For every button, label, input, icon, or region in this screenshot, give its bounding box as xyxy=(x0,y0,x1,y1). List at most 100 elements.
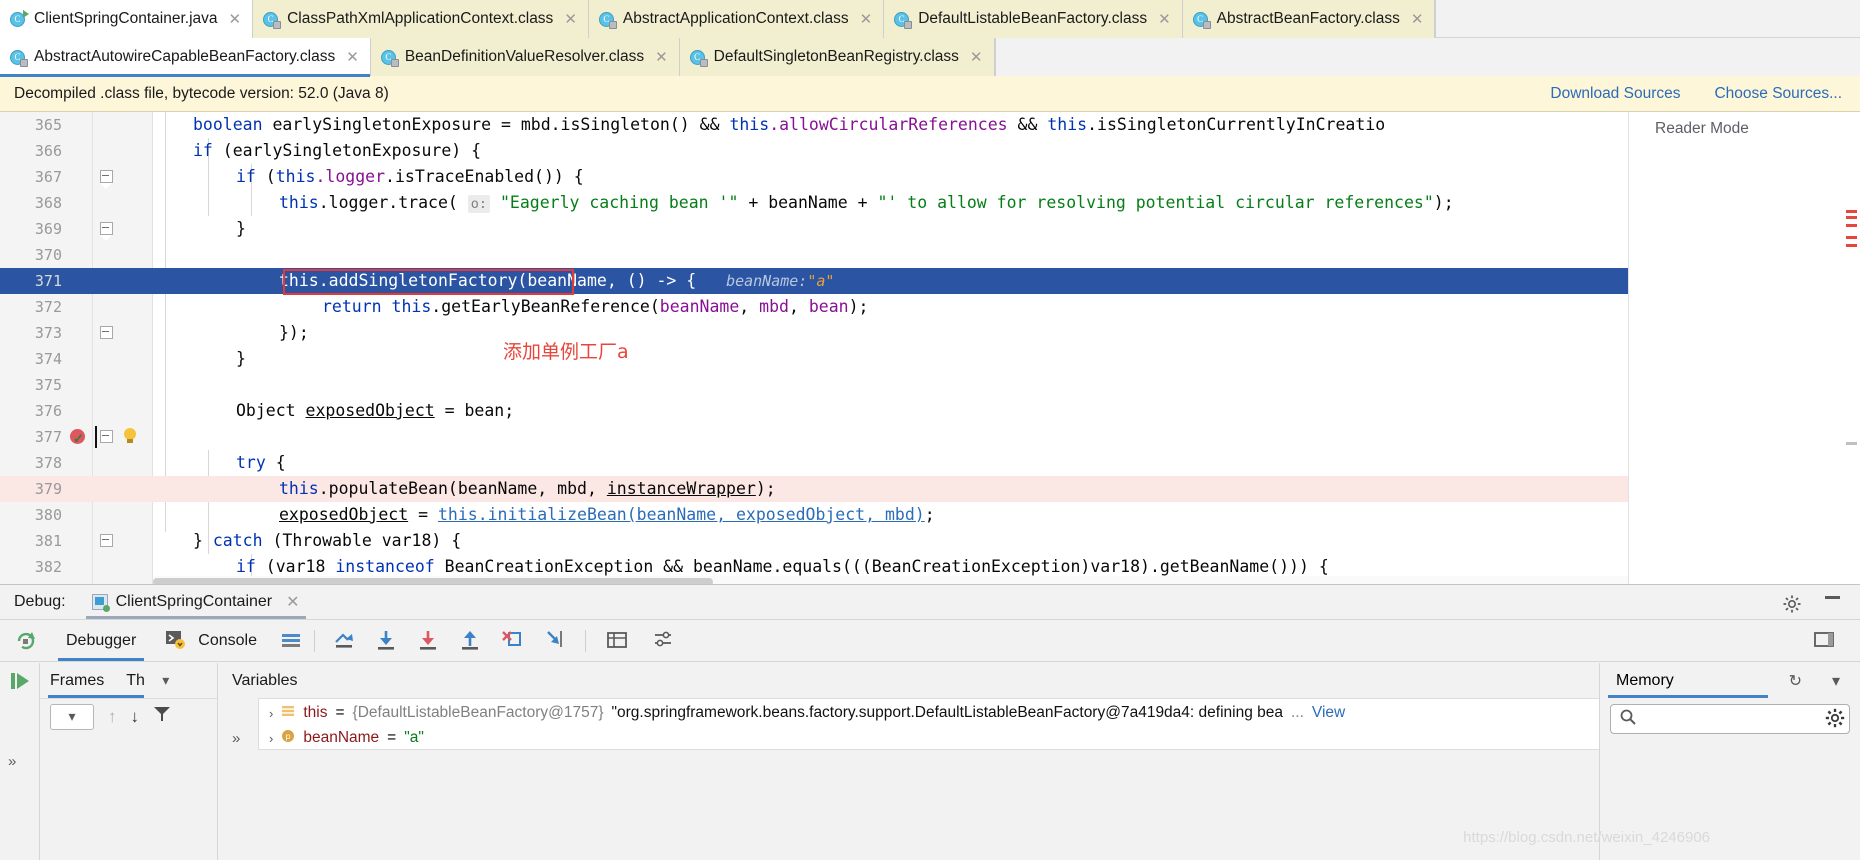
tab-label: AbstractBeanFactory.class xyxy=(1216,10,1400,27)
hide-window-icon[interactable] xyxy=(1825,596,1840,599)
debug-left-rail: » xyxy=(0,663,40,860)
code-text-area[interactable] xyxy=(153,112,1860,587)
step-out-icon[interactable] xyxy=(458,628,484,654)
memory-search-box[interactable] xyxy=(1610,704,1850,734)
debug-label: Debug: xyxy=(14,593,66,610)
close-icon[interactable]: ✕ xyxy=(346,50,359,65)
download-sources-link[interactable]: Download Sources xyxy=(1550,85,1680,103)
close-icon[interactable]: ✕ xyxy=(286,592,299,612)
frame-down-icon[interactable]: ↓ xyxy=(131,707,140,727)
rerun-icon[interactable] xyxy=(0,629,52,653)
close-icon[interactable]: ✕ xyxy=(1411,12,1424,27)
close-icon[interactable]: ✕ xyxy=(229,12,242,27)
chevron-right-icon[interactable]: › xyxy=(269,731,273,746)
close-icon[interactable]: ✕ xyxy=(655,50,668,65)
tab-label: BeanDefinitionValueResolver.class xyxy=(404,48,645,65)
show-execution-point-icon[interactable] xyxy=(332,628,358,654)
compiled-class-icon: C xyxy=(10,49,28,67)
thread-selector-dropdown[interactable]: ▾ xyxy=(50,703,94,730)
memory-search-input[interactable] xyxy=(1637,709,1841,729)
variables-pane: Variables » › this = {DefaultListableBea… xyxy=(218,663,1600,860)
compiled-class-icon: C xyxy=(1192,11,1211,29)
editor-tab-client-spring-container[interactable]: C ClientSpringContainer.java ✕ xyxy=(0,0,254,38)
memory-tab-label[interactable]: Memory xyxy=(1616,672,1674,690)
close-icon[interactable]: ✕ xyxy=(1158,12,1171,27)
intellij-idea-window: C ClientSpringContainer.java ✕ C ClassPa… xyxy=(0,0,1860,860)
editor-tab-beandefinitionvalueresolver[interactable]: C BeanDefinitionValueResolver.class ✕ xyxy=(370,38,680,76)
drop-frame-icon[interactable] xyxy=(500,628,526,654)
editor-right-gutter: Reader Mode xyxy=(1628,112,1860,587)
variables-header: Variables xyxy=(218,663,1599,698)
tab-debugger[interactable]: Debugger xyxy=(52,620,150,661)
run-to-cursor-icon[interactable] xyxy=(542,628,568,654)
variable-value: "org.springframework.beans.factory.suppo… xyxy=(611,704,1283,721)
editor-tab-abstractbeanfactory[interactable]: C AbstractBeanFactory.class ✕ xyxy=(1182,0,1436,38)
code-editor[interactable]: 365 boolean earlySingletonExposure = mbd… xyxy=(0,112,1860,587)
close-icon[interactable]: ✕ xyxy=(970,50,983,65)
stripe-mark xyxy=(1846,244,1857,247)
frames-toolbar: ▾ ↑ ↓ xyxy=(40,698,217,734)
step-over-icon[interactable] xyxy=(374,628,400,654)
java-class-icon: C xyxy=(10,9,29,28)
variables-tab-label[interactable]: Variables xyxy=(232,672,298,690)
annotation-label-cn: 添加单例工厂a xyxy=(503,341,629,363)
evaluate-expression-icon[interactable] xyxy=(605,628,631,654)
restore-layout-icon[interactable] xyxy=(1812,628,1838,654)
variables-tree[interactable]: » › this = {DefaultListableBeanFactory@1… xyxy=(218,698,1599,860)
step-into-icon[interactable] xyxy=(416,628,442,654)
close-icon[interactable]: ✕ xyxy=(860,12,873,27)
tab-label: Debugger xyxy=(66,631,137,649)
filter-icon[interactable] xyxy=(153,705,171,728)
chevron-down-icon[interactable]: ▾ xyxy=(1832,671,1840,691)
editor-tab-defaultlistablebeanfactory[interactable]: C DefaultListableBeanFactory.class ✕ xyxy=(884,0,1183,38)
reader-mode-label[interactable]: Reader Mode xyxy=(1655,120,1749,138)
editor-tab-defaultsingletonbeanregistry[interactable]: C DefaultSingletonBeanRegistry.class ✕ xyxy=(679,38,995,76)
object-value-icon xyxy=(281,704,295,723)
search-icon xyxy=(1619,708,1637,731)
expand-rail-icon[interactable]: » xyxy=(8,753,16,770)
view-value-link[interactable]: View xyxy=(1312,704,1345,722)
frames-tab-label[interactable]: Frames xyxy=(50,672,104,690)
gear-icon[interactable] xyxy=(1782,594,1802,619)
editor-tab-abstractautowirecapablebeanfactory[interactable]: C AbstractAutowireCapableBeanFactory.cla… xyxy=(0,38,371,77)
chevron-down-icon[interactable]: ▾ xyxy=(162,672,169,689)
tab-row-filler xyxy=(994,38,1860,76)
choose-sources-link[interactable]: Choose Sources... xyxy=(1714,85,1842,103)
refresh-icon[interactable]: ↻ xyxy=(1789,671,1802,691)
frames-header: Frames Th ▾ xyxy=(40,663,217,698)
frame-up-icon[interactable]: ↑ xyxy=(108,707,117,727)
variable-value: "a" xyxy=(404,729,424,746)
debug-session-tab[interactable]: ClientSpringContainer ✕ xyxy=(84,585,308,619)
gear-icon[interactable] xyxy=(1824,707,1846,734)
svg-text:p: p xyxy=(286,732,291,741)
variable-row-beanname[interactable]: › p beanName = "a" xyxy=(259,727,1599,749)
stripe-mark xyxy=(1846,236,1857,239)
editor-tab-abstractapplicationcontext[interactable]: C AbstractApplicationContext.class ✕ xyxy=(588,0,885,38)
tab-label: Console xyxy=(198,631,257,649)
editor-gutter[interactable] xyxy=(0,112,153,587)
variable-row-this[interactable]: › this = {DefaultListableBeanFactory@175… xyxy=(259,699,1599,727)
tab-console[interactable]: Console xyxy=(150,620,271,661)
tab-label: AbstractAutowireCapableBeanFactory.class xyxy=(34,48,336,65)
expand-icon[interactable]: » xyxy=(232,730,240,747)
editor-tab-classpathxmlapplicationcontext[interactable]: C ClassPathXmlApplicationContext.class ✕ xyxy=(253,0,589,38)
compiled-class-icon: C xyxy=(380,49,399,67)
compiled-class-icon: C xyxy=(263,11,282,29)
variable-type: {DefaultListableBeanFactory@1757} xyxy=(352,704,604,721)
debug-toolbar: Debugger Console xyxy=(0,620,1860,662)
console-icon xyxy=(164,628,190,654)
scrollbar-error-stripe[interactable] xyxy=(1845,112,1858,587)
tab-label: DefaultSingletonBeanRegistry.class xyxy=(713,48,959,65)
stripe-mark xyxy=(1846,210,1857,213)
close-icon[interactable]: ✕ xyxy=(564,12,577,27)
tab-label: AbstractApplicationContext.class xyxy=(622,10,849,27)
primitive-value-icon: p xyxy=(281,729,295,748)
threads-tab-label[interactable]: Th xyxy=(126,672,156,690)
settings-icon[interactable] xyxy=(651,628,677,654)
tab-label: ClientSpringContainer.java xyxy=(34,10,218,27)
equals-sign: = xyxy=(387,729,397,746)
resume-program-icon[interactable] xyxy=(8,669,32,698)
tab-row-filler xyxy=(1435,0,1860,37)
chevron-right-icon[interactable]: › xyxy=(269,706,273,721)
layout-settings-icon[interactable] xyxy=(279,628,305,654)
